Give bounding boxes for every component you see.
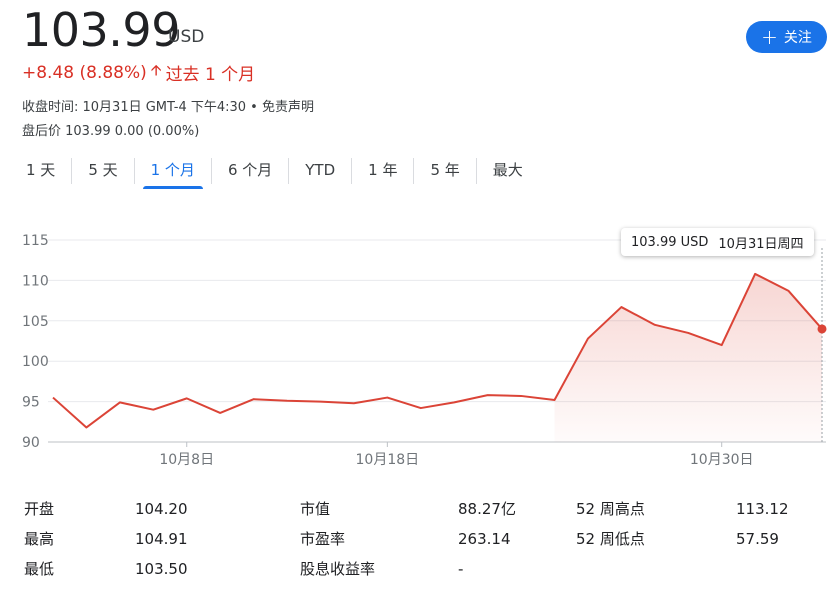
tab-6m[interactable]: 6 个月: [212, 155, 288, 187]
series-area: [554, 273, 822, 442]
tab-ytd[interactable]: YTD: [289, 155, 351, 187]
x-tick-label: 10月8日: [159, 452, 214, 468]
stat-value-low: 103.50: [135, 560, 188, 578]
stats-row: 最低 103.50 股息收益率 -: [24, 557, 804, 587]
close-time: 收盘时间: 10月31日 GMT-4 下午4:30 • 免责声明: [22, 100, 314, 115]
stat-label-52w-low: 52 周低点: [576, 530, 645, 548]
price-chart[interactable]: 90 95 100 105 110 115 10月8日 10月18日 10月30日: [0, 220, 831, 480]
y-tick-label: 90: [22, 435, 40, 451]
quote-price: 103.99: [22, 3, 180, 57]
tab-max[interactable]: 最大: [477, 155, 539, 187]
y-tick-label: 95: [22, 395, 40, 411]
stat-label-market-cap: 市值: [300, 500, 331, 518]
price-change: +8.48 (8.88%) 🡩 过去 1 个月: [22, 60, 255, 85]
tab-5d[interactable]: 5 天: [72, 155, 133, 187]
stat-label-dividend-yield: 股息收益率: [300, 560, 376, 578]
after-hours-price: 盘后价 103.99 0.00 (0.00%): [22, 124, 200, 139]
follow-button[interactable]: + 关注: [746, 21, 827, 53]
y-tick-label: 100: [22, 354, 49, 370]
quote-currency: USD: [168, 27, 205, 47]
x-tick-label: 10月30日: [690, 452, 754, 468]
stat-value-high: 104.91: [135, 530, 188, 548]
y-tick-label: 105: [22, 314, 49, 330]
stat-value-dividend-yield: -: [458, 560, 464, 578]
stat-label-high: 最高: [24, 530, 55, 548]
stat-value-52w-high: 113.12: [736, 500, 789, 518]
key-stats: 开盘 104.20 市值 88.27亿 52 周高点 113.12 最高 104…: [24, 497, 804, 587]
stats-row: 开盘 104.20 市值 88.27亿 52 周高点 113.12: [24, 497, 804, 527]
tab-1y[interactable]: 1 年: [352, 155, 413, 187]
stat-value-open: 104.20: [135, 500, 188, 518]
tab-1m[interactable]: 1 个月: [135, 155, 211, 189]
y-tick-label: 115: [22, 233, 49, 249]
tab-1d[interactable]: 1 天: [10, 155, 71, 187]
follow-label: 关注: [783, 30, 812, 46]
stat-value-pe-ratio: 263.14: [458, 530, 511, 548]
tooltip-value: 103.99 USD: [631, 234, 709, 250]
stat-label-pe-ratio: 市盈率: [300, 530, 346, 548]
plus-icon: +: [761, 25, 778, 49]
stat-label-52w-high: 52 周高点: [576, 500, 645, 518]
stat-label-open: 开盘: [24, 500, 55, 518]
stat-value-market-cap: 88.27亿: [458, 500, 516, 518]
range-tabs: 1 天 5 天 1 个月 6 个月 YTD 1 年 5 年 最大: [10, 155, 539, 189]
y-tick-label: 110: [22, 273, 49, 289]
chart-tooltip: 103.99 USD 10月31日周四: [621, 228, 814, 256]
stat-value-52w-low: 57.59: [736, 530, 779, 548]
change-value: +8.48 (8.88%): [22, 62, 147, 83]
tooltip-date: 10月31日周四: [718, 236, 804, 252]
change-period: 过去 1 个月: [165, 65, 256, 85]
stat-label-low: 最低: [24, 560, 55, 578]
tab-5y[interactable]: 5 年: [414, 155, 475, 187]
arrow-up-icon: 🡩: [150, 61, 162, 79]
data-point-last: [817, 324, 827, 334]
x-tick-label: 10月18日: [356, 452, 420, 468]
stats-row: 最高 104.91 市盈率 263.14 52 周低点 57.59: [24, 527, 804, 557]
